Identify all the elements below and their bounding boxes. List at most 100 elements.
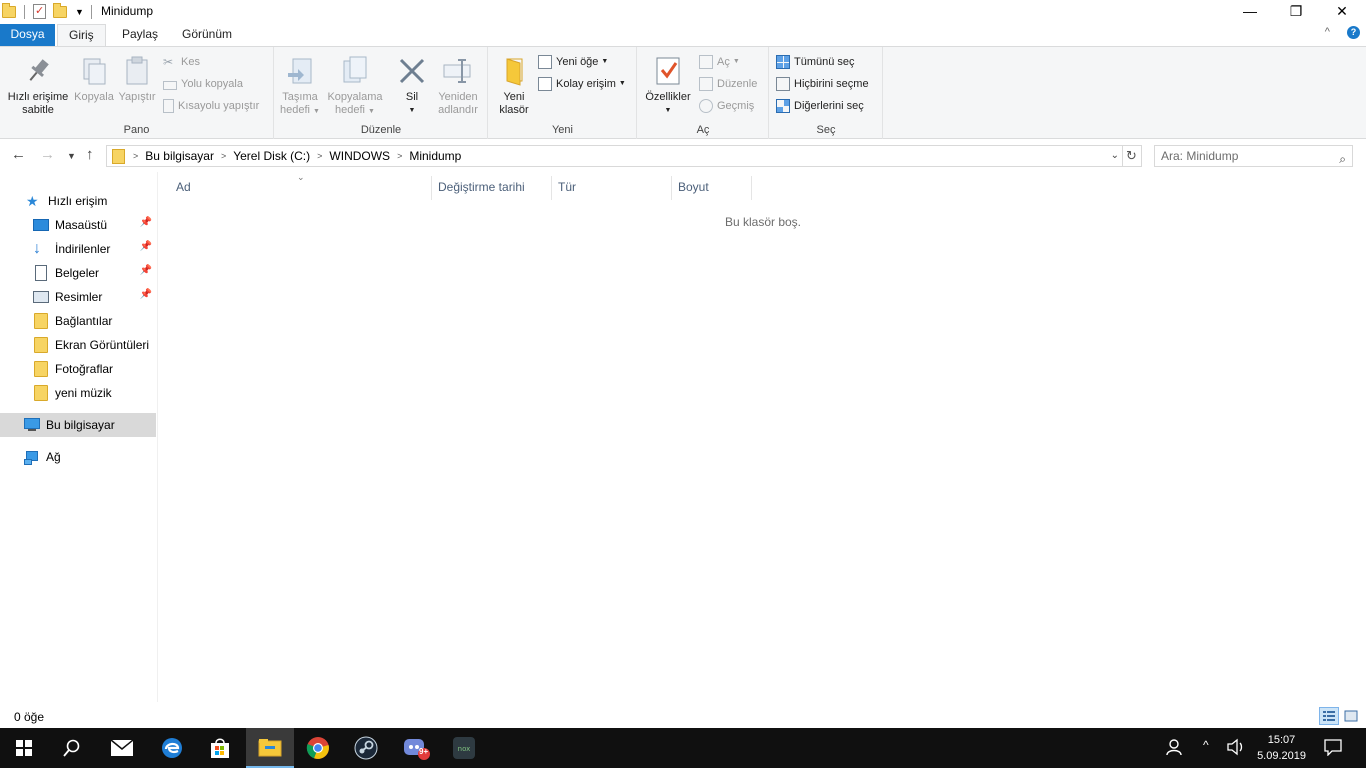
up-arrow-icon[interactable]: ↑ — [86, 146, 94, 163]
file-list[interactable]: ⌄ Ad Değiştirme tarihi Tür Boyut Bu klas… — [160, 172, 1366, 702]
open-button[interactable]: Aç ▼ — [699, 52, 740, 72]
show-hidden-icons-chevron-icon[interactable]: ^ — [1203, 738, 1209, 752]
new-folder-label-2: klasör — [499, 104, 529, 116]
details-view-icon[interactable] — [1319, 707, 1339, 725]
forward-arrow-icon[interactable]: → — [40, 146, 55, 163]
move-to-icon — [284, 55, 316, 87]
invert-selection-button[interactable]: Diğerlerini seç — [776, 96, 864, 116]
breadcrumb-separator-icon[interactable]: > — [317, 151, 322, 161]
close-button[interactable]: ✕ — [1319, 0, 1365, 24]
copy-label: Kopyala — [74, 91, 114, 103]
nav-item-label: Masaüstü — [55, 218, 108, 232]
pin-icon[interactable]: 📌 — [140, 241, 152, 252]
restore-button[interactable]: ❐ — [1273, 0, 1319, 24]
breadcrumb-local-disk[interactable]: Yerel Disk (C:) — [233, 149, 310, 163]
search-icon[interactable] — [48, 728, 96, 768]
new-folder-icon[interactable] — [53, 3, 69, 20]
delete-dropdown-icon[interactable]: ▼ — [393, 104, 431, 117]
nav-item-new-music[interactable]: yeni müzik — [0, 381, 156, 405]
pin-quick-access-button[interactable]: Hızlı erişime sabitle — [6, 51, 70, 117]
nav-item-pictures[interactable]: Resimler 📌 — [0, 285, 156, 309]
copy-to-button[interactable]: Kopyalama hedefi ▼ — [325, 51, 385, 118]
chrome-browser-icon[interactable] — [294, 728, 342, 768]
select-none-button[interactable]: Hiçbirini seçme — [776, 74, 869, 94]
search-input[interactable]: Ara: Minidump ⌕ — [1154, 145, 1353, 167]
copy-path-button[interactable]: Yolu kopyala — [163, 74, 243, 94]
paste-button[interactable]: Yapıştır — [116, 51, 158, 104]
minimize-button[interactable]: — — [1227, 0, 1273, 24]
easy-access-icon — [538, 77, 552, 91]
nav-item-photos[interactable]: Fotoğraflar — [0, 357, 156, 381]
easy-access-button[interactable]: Kolay erişim ▼ — [538, 74, 626, 94]
breadcrumb-separator-icon[interactable]: > — [221, 151, 226, 161]
nox-player-icon[interactable]: nox — [440, 728, 488, 768]
address-bar[interactable]: > Bu bilgisayar > Yerel Disk (C:) > WIND… — [106, 145, 1123, 167]
properties-button[interactable]: Özellikler ▼ — [641, 51, 695, 117]
nav-item-documents[interactable]: Belgeler 📌 — [0, 261, 156, 285]
address-dropdown-chevron-icon[interactable]: ⌄ — [1111, 150, 1119, 161]
nav-item-downloads[interactable]: ↓ İndirilenler 📌 — [0, 237, 156, 261]
pin-icon[interactable]: 📌 — [140, 217, 152, 228]
file-explorer-icon[interactable] — [246, 728, 294, 768]
move-to-button[interactable]: Taşıma hedefi ▼ — [278, 51, 322, 118]
breadcrumb-windows[interactable]: WINDOWS — [329, 149, 390, 163]
nav-item-links[interactable]: Bağlantılar — [0, 309, 156, 333]
item-count: 0 öğe — [14, 710, 45, 724]
tab-file[interactable]: Dosya — [0, 24, 55, 46]
large-icons-view-icon[interactable] — [1341, 707, 1361, 725]
tab-home[interactable]: Giriş — [57, 24, 106, 47]
nav-item-screenshots[interactable]: Ekran Görüntüleri — [0, 333, 156, 357]
properties-icon[interactable] — [31, 4, 47, 20]
start-windows-icon[interactable] — [0, 728, 48, 768]
new-folder-icon — [498, 55, 530, 87]
properties-dropdown-icon[interactable]: ▼ — [641, 104, 695, 117]
invert-selection-label: Diğerlerini seç — [794, 100, 864, 112]
tab-view[interactable]: Görünüm — [171, 24, 243, 46]
column-header-type[interactable]: Tür — [552, 176, 672, 200]
breadcrumb-minidump[interactable]: Minidump — [409, 149, 461, 163]
help-icon[interactable]: ? — [1347, 26, 1360, 39]
people-icon[interactable] — [1166, 738, 1184, 759]
copy-path-label: Yolu kopyala — [181, 78, 243, 90]
action-center-icon[interactable] — [1324, 738, 1342, 759]
folder-icon — [2, 3, 18, 20]
clock[interactable]: 15:07 5.09.2019 — [1257, 732, 1306, 764]
select-all-button[interactable]: Tümünü seç — [776, 52, 855, 72]
new-folder-button[interactable]: Yeni klasör — [493, 51, 535, 117]
column-header-date[interactable]: Değiştirme tarihi — [432, 176, 552, 200]
mail-icon[interactable] — [98, 728, 146, 768]
tab-share[interactable]: Paylaş — [111, 24, 169, 46]
volume-icon[interactable] — [1226, 738, 1246, 759]
nav-quick-access[interactable]: ★ Hızlı erişim — [0, 189, 156, 213]
properties-label: Özellikler — [645, 91, 691, 103]
pin-icon[interactable]: 📌 — [140, 265, 152, 276]
steam-icon[interactable] — [342, 728, 390, 768]
copy-button[interactable]: Kopyala — [72, 51, 116, 104]
recent-locations-chevron-icon[interactable]: ▼ — [67, 151, 76, 161]
refresh-icon[interactable]: ↻ — [1122, 145, 1142, 167]
discord-icon[interactable]: 9+ — [392, 728, 440, 768]
edit-button[interactable]: Düzenle — [699, 74, 757, 94]
column-header-name[interactable]: Ad — [170, 176, 432, 200]
new-item-button[interactable]: Yeni öğe ▼ — [538, 52, 608, 72]
breadcrumb-this-pc[interactable]: Bu bilgisayar — [145, 149, 214, 163]
paste-icon — [121, 55, 153, 87]
search-icon[interactable]: ⌕ — [1339, 149, 1346, 169]
cut-button[interactable]: ✂ Kes — [163, 52, 200, 72]
column-header-size[interactable]: Boyut — [672, 176, 752, 200]
pin-icon[interactable]: 📌 — [140, 289, 152, 300]
breadcrumb-separator-icon[interactable]: > — [397, 151, 402, 161]
nav-item-desktop[interactable]: Masaüstü 📌 — [0, 213, 156, 237]
customize-toolbar-chevron-icon[interactable]: ▼ — [75, 4, 85, 20]
store-bag-icon[interactable] — [196, 728, 244, 768]
history-button[interactable]: Geçmiş — [699, 96, 754, 116]
rename-button[interactable]: Yeniden adlandır — [433, 51, 483, 117]
edge-browser-icon[interactable] — [148, 728, 196, 768]
collapse-ribbon-icon[interactable]: ^ — [1325, 26, 1330, 38]
back-arrow-icon[interactable]: ← — [11, 146, 26, 163]
breadcrumb-separator-icon[interactable]: > — [133, 151, 138, 161]
nav-this-pc[interactable]: Bu bilgisayar — [0, 413, 156, 437]
nav-network[interactable]: Ağ — [0, 445, 156, 469]
paste-shortcut-button[interactable]: Kısayolu yapıştır — [163, 96, 259, 116]
delete-button[interactable]: Sil ▼ — [393, 51, 431, 117]
